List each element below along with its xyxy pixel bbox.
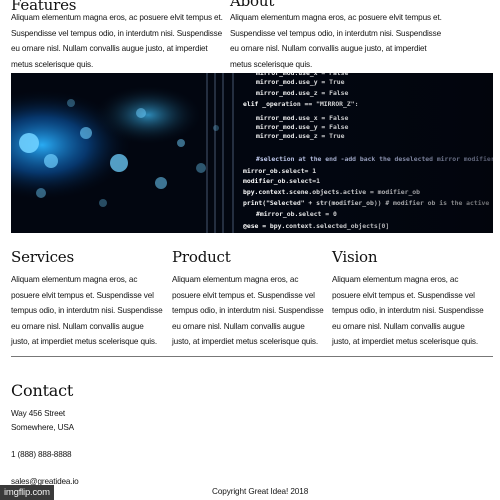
bokeh-light bbox=[99, 199, 107, 207]
bokeh-light bbox=[155, 177, 167, 189]
product-paragraph: Aliquam elementum magna eros, ac posuere… bbox=[172, 275, 324, 347]
contact-heading: Contact bbox=[11, 381, 74, 400]
bokeh-light bbox=[196, 163, 206, 173]
footer-copyright: Copyright Great Idea! 2018 bbox=[212, 487, 309, 496]
about-heading: About bbox=[230, 0, 275, 10]
bokeh-light bbox=[44, 154, 58, 168]
hero-code-image: mirror_mod.use_x = Falsemirror_mod.use_y… bbox=[11, 73, 493, 233]
contact-city: Somewhere, USA bbox=[11, 423, 74, 432]
bokeh-light bbox=[110, 154, 128, 172]
bokeh-light bbox=[67, 99, 75, 107]
services-heading: Services bbox=[11, 248, 74, 266]
bokeh-light bbox=[213, 125, 219, 131]
imgflip-watermark: imgflip.com bbox=[0, 485, 54, 500]
contact-street: Way 456 Street bbox=[11, 409, 66, 418]
bokeh-light bbox=[36, 188, 46, 198]
bokeh-light bbox=[19, 133, 39, 153]
services-paragraph: Aliquam elementum magna eros, ac posuere… bbox=[11, 275, 163, 347]
bokeh-light bbox=[177, 139, 185, 147]
bokeh-light bbox=[80, 127, 92, 139]
contact-phone: 1 (888) 888-8888 bbox=[11, 450, 72, 459]
vision-paragraph: Aliquam elementum magna eros, ac posuere… bbox=[332, 275, 484, 347]
product-heading: Product bbox=[172, 248, 231, 266]
section-divider bbox=[11, 356, 493, 357]
about-paragraph: Aliquam elementum magna eros, ac posuere… bbox=[230, 13, 442, 69]
code-screen-graphic: mirror_mod.use_x = Falsemirror_mod.use_y… bbox=[11, 73, 493, 233]
vision-heading: Vision bbox=[332, 248, 378, 266]
features-paragraph: Aliquam elementum magna eros, ac posuere… bbox=[11, 13, 223, 69]
bokeh-light bbox=[136, 108, 146, 118]
